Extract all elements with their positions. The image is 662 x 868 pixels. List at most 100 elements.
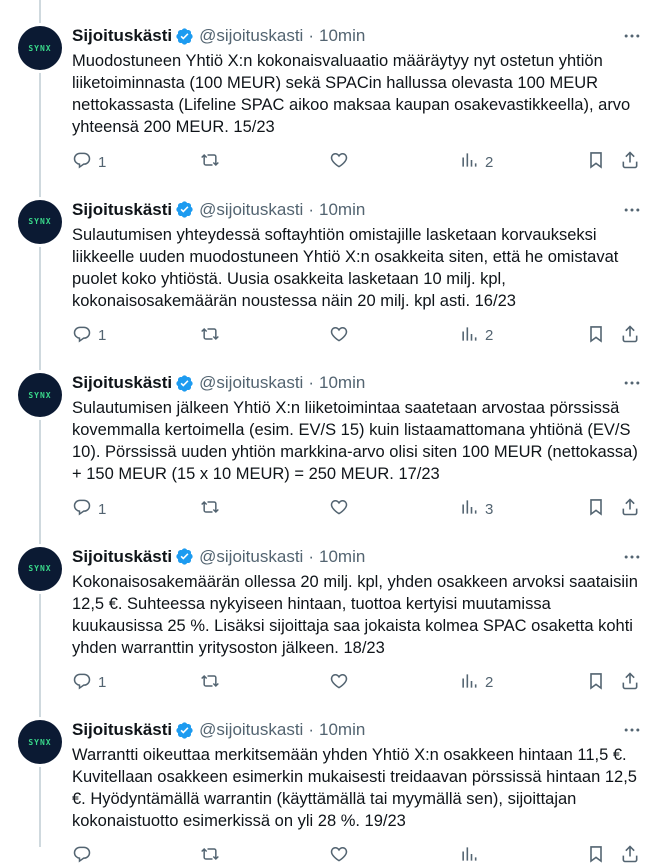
verified-badge-icon: [175, 200, 194, 219]
separator-dot: ·: [308, 373, 314, 392]
reply-button[interactable]: [72, 844, 98, 868]
reply-button[interactable]: 1: [72, 324, 106, 348]
views-button[interactable]: [459, 844, 485, 868]
author-handle[interactable]: @sijoituskasti: [199, 26, 303, 46]
retweet-button[interactable]: [200, 150, 220, 174]
author-handle[interactable]: @sijoituskasti: [199, 373, 303, 393]
author-handle[interactable]: @sijoituskasti: [199, 720, 303, 740]
share-button[interactable]: [620, 324, 640, 348]
tweet-time[interactable]: 10min: [319, 373, 365, 393]
tweet[interactable]: SYNX Sijoituskästi @sijoituskasti · 10mi…: [0, 0, 662, 174]
like-button[interactable]: [329, 671, 349, 695]
views-count: 2: [485, 153, 494, 171]
views-button[interactable]: 3: [459, 497, 493, 521]
author-name[interactable]: Sijoituskästi: [72, 26, 172, 46]
avatar[interactable]: SYNX: [18, 26, 62, 70]
bookmark-button[interactable]: [586, 844, 606, 868]
retweet-icon: [200, 844, 220, 868]
author-handle[interactable]: @sijoituskasti: [199, 547, 303, 567]
more-dots-icon[interactable]: [620, 545, 644, 569]
share-button[interactable]: [620, 844, 640, 868]
like-button[interactable]: [329, 324, 349, 348]
reply-button[interactable]: 1: [72, 497, 106, 521]
tweet-time[interactable]: 10min: [319, 200, 365, 220]
avatar[interactable]: SYNX: [18, 199, 62, 244]
tweet-time[interactable]: 10min: [319, 547, 365, 567]
tweet-header: Sijoituskästi @sijoituskasti · 10min: [72, 545, 644, 569]
tweet-content: Sijoituskästi @sijoituskasti · 10min Sul…: [72, 371, 644, 518]
more-dots-icon[interactable]: [620, 718, 644, 742]
author-name[interactable]: Sijoituskästi: [72, 373, 172, 393]
author-name[interactable]: Sijoituskästi: [72, 547, 172, 567]
tweet-content: Sijoituskästi @sijoituskasti · 10min Kok…: [72, 545, 644, 691]
tweet-actions: 1 2: [72, 150, 644, 174]
reply-icon: [72, 671, 92, 695]
tweet[interactable]: SYNX Sijoituskästi @sijoituskasti · 10mi…: [0, 174, 662, 348]
reply-icon: [72, 497, 92, 521]
tweet-text: Warrantti oikeuttaa merkitsemään yhden Y…: [72, 746, 637, 830]
separator-dot: ·: [308, 199, 314, 219]
views-chart-icon: [459, 150, 479, 174]
heart-icon: [329, 497, 349, 521]
author-handle[interactable]: @sijoituskasti: [199, 200, 303, 220]
views-chart-icon: [459, 844, 479, 868]
tweet-text: Kokonaisosakemäärän ollessa 20 milj. kpl…: [72, 572, 638, 657]
views-button[interactable]: 2: [459, 324, 493, 348]
tweet-header: Sijoituskästi @sijoituskasti · 10min: [72, 24, 644, 48]
views-chart-icon: [459, 324, 479, 348]
tweet[interactable]: SYNX Sijoituskästi @sijoituskasti · 10mi…: [0, 521, 662, 695]
tweet-header: Sijoituskästi @sijoituskasti · 10min: [72, 198, 644, 222]
timeline: SYNX Sijoituskästi @sijoituskasti · 10mi…: [0, 0, 662, 868]
views-chart-icon: [459, 671, 479, 695]
avatar[interactable]: SYNX: [18, 373, 62, 417]
tweet[interactable]: SYNX Sijoituskästi @sijoituskasti · 10mi…: [0, 347, 662, 521]
tweet[interactable]: SYNX Sijoituskästi @sijoituskasti · 10mi…: [0, 694, 662, 868]
retweet-button[interactable]: [200, 324, 220, 348]
avatar-logo: SYNX: [28, 737, 52, 747]
reply-count: 1: [98, 153, 107, 171]
more-dots-icon[interactable]: [620, 198, 644, 222]
tweet-actions: 1 3: [72, 497, 644, 521]
share-button[interactable]: [620, 497, 640, 521]
like-button[interactable]: [329, 497, 349, 521]
avatar[interactable]: SYNX: [18, 546, 62, 591]
author-name[interactable]: Sijoituskästi: [72, 720, 172, 740]
author-name[interactable]: Sijoituskästi: [72, 200, 172, 220]
reply-count: 1: [98, 500, 107, 518]
like-button[interactable]: [329, 150, 349, 174]
tweet-time[interactable]: 10min: [319, 26, 365, 46]
heart-icon: [329, 150, 349, 174]
reply-button[interactable]: 1: [72, 150, 106, 174]
views-button[interactable]: 2: [459, 671, 493, 695]
retweet-button[interactable]: [200, 844, 220, 868]
views-count: 3: [485, 500, 494, 518]
more-dots-icon[interactable]: [620, 371, 644, 395]
reply-button[interactable]: 1: [72, 671, 106, 695]
bookmark-button[interactable]: [586, 150, 606, 174]
heart-icon: [329, 671, 349, 695]
retweet-icon: [200, 150, 220, 174]
share-icon: [620, 324, 640, 348]
tweet-time[interactable]: 10min: [319, 720, 365, 740]
retweet-icon: [200, 671, 220, 695]
share-icon: [620, 150, 640, 174]
more-dots-icon[interactable]: [620, 24, 644, 48]
verified-badge-icon: [175, 721, 194, 740]
avatar[interactable]: SYNX: [18, 720, 62, 764]
tweet-actions: [72, 844, 644, 868]
views-count: 2: [485, 674, 494, 691]
heart-icon: [329, 324, 349, 348]
bookmark-button[interactable]: [586, 671, 606, 695]
bookmark-icon: [586, 671, 606, 695]
like-button[interactable]: [329, 844, 349, 868]
retweet-button[interactable]: [200, 671, 220, 695]
retweet-button[interactable]: [200, 497, 220, 521]
views-button[interactable]: 2: [459, 150, 493, 174]
verified-badge-icon: [175, 27, 194, 46]
bookmark-button[interactable]: [586, 324, 606, 348]
bookmark-button[interactable]: [586, 497, 606, 521]
share-button[interactable]: [620, 671, 640, 695]
share-icon: [620, 671, 640, 695]
share-button[interactable]: [620, 150, 640, 174]
tweet-header: Sijoituskästi @sijoituskasti · 10min: [72, 371, 644, 395]
